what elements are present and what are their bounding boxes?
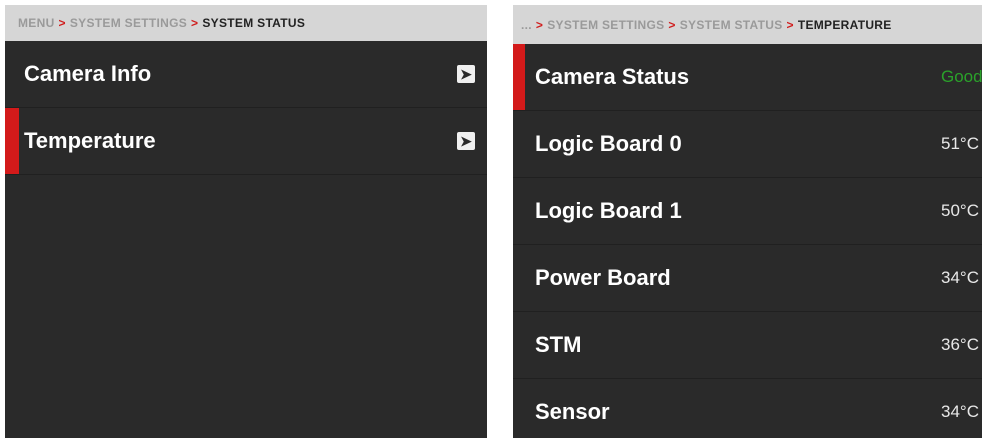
- status-row-label: Logic Board 0: [535, 131, 682, 156]
- menu-item-temperature[interactable]: Temperature ➤: [5, 108, 487, 175]
- status-row-logic-board-0[interactable]: Logic Board 0 51°C: [513, 111, 982, 178]
- status-row-label: Power Board: [535, 265, 671, 290]
- breadcrumb-separator: >: [191, 16, 199, 30]
- status-row-stm[interactable]: STM 36°C: [513, 312, 982, 379]
- status-row-sensor[interactable]: Sensor 34°C: [513, 379, 982, 438]
- temperature-value: 36°C: [941, 335, 979, 354]
- system-status-panel: MENU > SYSTEM SETTINGS > SYSTEM STATUS C…: [5, 5, 487, 438]
- menu-item-label: Temperature: [24, 128, 156, 153]
- status-row-logic-board-1[interactable]: Logic Board 1 50°C: [513, 178, 982, 245]
- breadcrumb-item-ellipsis[interactable]: ...: [521, 18, 532, 32]
- chevron-right-icon: ➤: [457, 132, 475, 150]
- breadcrumb-item-system-settings[interactable]: SYSTEM SETTINGS: [547, 18, 664, 32]
- status-row-label: Sensor: [535, 399, 610, 424]
- breadcrumb-separator: >: [58, 16, 66, 30]
- temperature-value: 34°C: [941, 402, 979, 421]
- breadcrumb-current: SYSTEM STATUS: [202, 16, 306, 30]
- status-row-camera-status[interactable]: Camera Status Good: [513, 44, 982, 111]
- temperature-value: 51°C: [941, 134, 979, 153]
- menu-item-label: Camera Info: [24, 61, 152, 86]
- breadcrumb: MENU > SYSTEM SETTINGS > SYSTEM STATUS: [5, 5, 487, 41]
- breadcrumb-current: TEMPERATURE: [797, 17, 892, 32]
- breadcrumb-separator: >: [535, 17, 544, 32]
- status-row-label: STM: [535, 332, 582, 357]
- breadcrumb: ... > SYSTEM SETTINGS > SYSTEM STATUS > …: [513, 5, 982, 44]
- status-row-label: Logic Board 1: [535, 198, 682, 223]
- temperature-panel: ... > SYSTEM SETTINGS > SYSTEM STATUS > …: [513, 5, 982, 438]
- menu-item-camera-info[interactable]: Camera Info ➤: [5, 41, 487, 108]
- temperature-value: 50°C: [941, 201, 979, 220]
- status-row-label: Camera Status: [535, 64, 690, 89]
- breadcrumb-item-system-status[interactable]: SYSTEM STATUS: [680, 18, 783, 32]
- temperature-value: 34°C: [941, 268, 979, 287]
- breadcrumb-separator: >: [668, 17, 676, 32]
- status-value: Good: [941, 67, 982, 86]
- breadcrumb-item-system-settings[interactable]: SYSTEM SETTINGS: [70, 16, 187, 30]
- breadcrumb-item-menu[interactable]: MENU: [18, 16, 55, 30]
- status-row-power-board[interactable]: Power Board 34°C: [513, 245, 982, 312]
- chevron-right-icon: ➤: [457, 65, 475, 83]
- breadcrumb-separator: >: [786, 17, 794, 32]
